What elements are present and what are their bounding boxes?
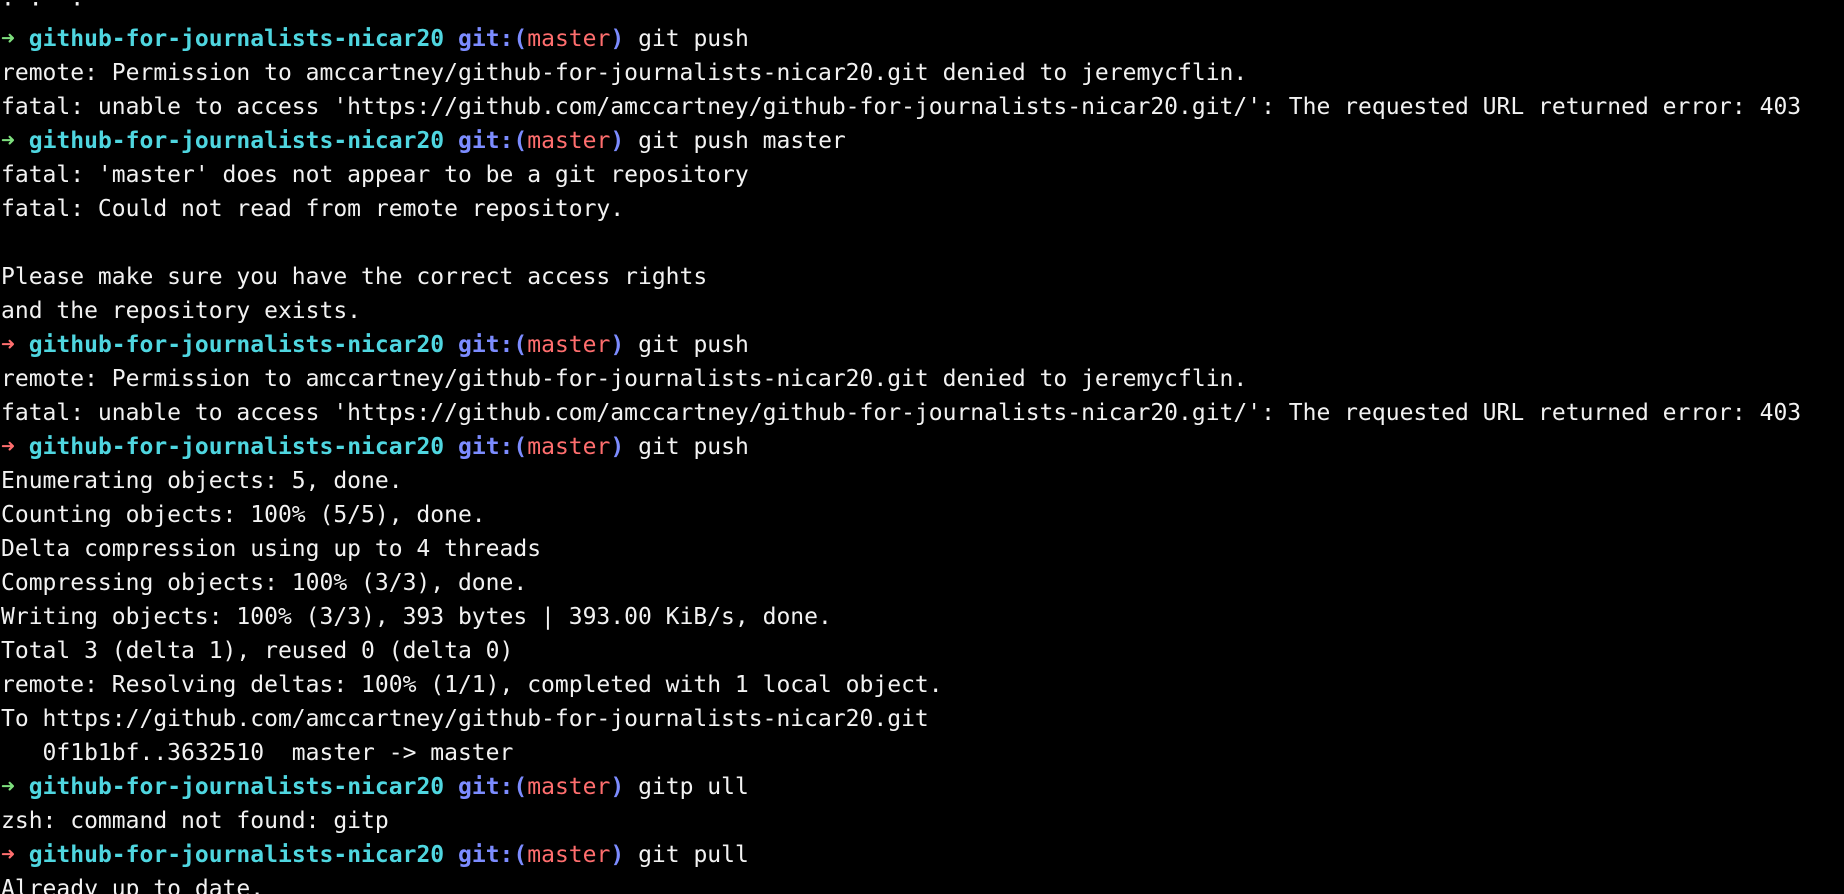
prompt-line: ➜ github-for-journalists-nicar20 git:(ma… bbox=[1, 770, 1801, 804]
prompt-git-close: ) bbox=[610, 774, 625, 800]
output-line: Writing objects: 100% (3/3), 393 bytes |… bbox=[1, 600, 1801, 634]
output-line: Please make sure you have the correct ac… bbox=[1, 260, 1801, 294]
prompt-line: ➜ github-for-journalists-nicar20 git:(ma… bbox=[1, 22, 1801, 56]
prompt-branch: master bbox=[527, 26, 611, 52]
prompt-git-close: ) bbox=[610, 26, 625, 52]
output-line: fatal: unable to access 'https://github.… bbox=[1, 396, 1801, 430]
output-text: To https://github.com/amccartney/github-… bbox=[1, 706, 929, 732]
prompt-git-close: ) bbox=[610, 128, 625, 154]
output-text: zsh: command not found: gitp bbox=[1, 808, 389, 834]
output-text: fatal: Could not read from remote reposi… bbox=[1, 196, 625, 222]
terminal-scrollback: · · · ➜ github-for-journalists-nicar20 gi… bbox=[1, 0, 1801, 894]
prompt-directory: github-for-journalists-nicar20 bbox=[28, 26, 445, 52]
output-text: Already up to date. bbox=[1, 876, 265, 894]
output-line: Total 3 (delta 1), reused 0 (delta 0) bbox=[1, 634, 1801, 668]
prompt-arrow-icon: ➜ bbox=[1, 774, 15, 800]
output-text: Please make sure you have the correct ac… bbox=[1, 264, 708, 290]
output-text: Total 3 (delta 1), reused 0 (delta 0) bbox=[1, 638, 514, 664]
prompt-git-close: ) bbox=[610, 434, 625, 460]
command-text: git push bbox=[638, 332, 749, 358]
output-text: fatal: unable to access 'https://github.… bbox=[1, 94, 1802, 120]
output-line: fatal: Could not read from remote reposi… bbox=[1, 192, 1801, 226]
partial-output-line: · · · bbox=[1, 0, 1801, 22]
output-text: Compressing objects: 100% (3/3), done. bbox=[1, 570, 528, 596]
output-text: · · · bbox=[1, 0, 85, 18]
command-text: git push master bbox=[638, 128, 846, 154]
output-line: Counting objects: 100% (5/5), done. bbox=[1, 498, 1801, 532]
output-line: Enumerating objects: 5, done. bbox=[1, 464, 1801, 498]
prompt-git-label: git:( bbox=[458, 774, 528, 800]
prompt-arrow-icon: ➜ bbox=[1, 332, 15, 358]
output-text: Delta compression using up to 4 threads bbox=[1, 536, 542, 562]
output-line: fatal: 'master' does not appear to be a … bbox=[1, 158, 1801, 192]
output-line: fatal: unable to access 'https://github.… bbox=[1, 90, 1801, 124]
output-line: Already up to date. bbox=[1, 872, 1801, 894]
prompt-git-close: ) bbox=[610, 842, 625, 868]
prompt-git-label: git:( bbox=[458, 26, 528, 52]
prompt-line: ➜ github-for-journalists-nicar20 git:(ma… bbox=[1, 124, 1801, 158]
prompt-line: ➜ github-for-journalists-nicar20 git:(ma… bbox=[1, 838, 1801, 872]
command-text: git push bbox=[638, 26, 749, 52]
prompt-arrow-icon: ➜ bbox=[1, 26, 15, 52]
prompt-branch: master bbox=[527, 332, 611, 358]
output-text: remote: Resolving deltas: 100% (1/1), co… bbox=[1, 672, 943, 698]
output-line: Delta compression using up to 4 threads bbox=[1, 532, 1801, 566]
prompt-directory: github-for-journalists-nicar20 bbox=[28, 842, 445, 868]
command-text: gitp ull bbox=[638, 774, 749, 800]
output-text: Writing objects: 100% (3/3), 393 bytes |… bbox=[1, 604, 832, 630]
prompt-branch: master bbox=[527, 128, 611, 154]
prompt-branch: master bbox=[527, 842, 611, 868]
output-text: fatal: 'master' does not appear to be a … bbox=[1, 162, 749, 188]
prompt-git-label: git:( bbox=[458, 332, 528, 358]
terminal-window[interactable]: · · · ➜ github-for-journalists-nicar20 gi… bbox=[0, 0, 1844, 894]
output-text: Enumerating objects: 5, done. bbox=[1, 468, 403, 494]
prompt-directory: github-for-journalists-nicar20 bbox=[28, 774, 445, 800]
prompt-directory: github-for-journalists-nicar20 bbox=[28, 434, 445, 460]
output-line: remote: Resolving deltas: 100% (1/1), co… bbox=[1, 668, 1801, 702]
output-line: To https://github.com/amccartney/github-… bbox=[1, 702, 1801, 736]
output-line: 0f1b1bf..3632510 master -> master bbox=[1, 736, 1801, 770]
prompt-branch: master bbox=[527, 774, 611, 800]
prompt-line: ➜ github-for-journalists-nicar20 git:(ma… bbox=[1, 328, 1801, 362]
prompt-directory: github-for-journalists-nicar20 bbox=[28, 332, 445, 358]
output-text: 0f1b1bf..3632510 master -> master bbox=[1, 740, 514, 766]
prompt-git-close: ) bbox=[610, 332, 625, 358]
prompt-arrow-icon: ➜ bbox=[1, 128, 15, 154]
output-text: fatal: unable to access 'https://github.… bbox=[1, 400, 1802, 426]
prompt-git-label: git:( bbox=[458, 842, 528, 868]
prompt-directory: github-for-journalists-nicar20 bbox=[28, 128, 445, 154]
output-text: remote: Permission to amccartney/github-… bbox=[1, 366, 1248, 392]
command-text: git pull bbox=[638, 842, 749, 868]
prompt-line: ➜ github-for-journalists-nicar20 git:(ma… bbox=[1, 430, 1801, 464]
output-text: and the repository exists. bbox=[1, 298, 362, 324]
prompt-git-label: git:( bbox=[458, 434, 528, 460]
prompt-branch: master bbox=[527, 434, 611, 460]
output-line: zsh: command not found: gitp bbox=[1, 804, 1801, 838]
output-line: and the repository exists. bbox=[1, 294, 1801, 328]
output-text: Counting objects: 100% (5/5), done. bbox=[1, 502, 486, 528]
prompt-arrow-icon: ➜ bbox=[1, 434, 15, 460]
output-line: remote: Permission to amccartney/github-… bbox=[1, 56, 1801, 90]
prompt-git-label: git:( bbox=[458, 128, 528, 154]
output-line: remote: Permission to amccartney/github-… bbox=[1, 362, 1801, 396]
output-text: remote: Permission to amccartney/github-… bbox=[1, 60, 1248, 86]
command-text: git push bbox=[638, 434, 749, 460]
output-line: Compressing objects: 100% (3/3), done. bbox=[1, 566, 1801, 600]
prompt-arrow-icon: ➜ bbox=[1, 842, 15, 868]
